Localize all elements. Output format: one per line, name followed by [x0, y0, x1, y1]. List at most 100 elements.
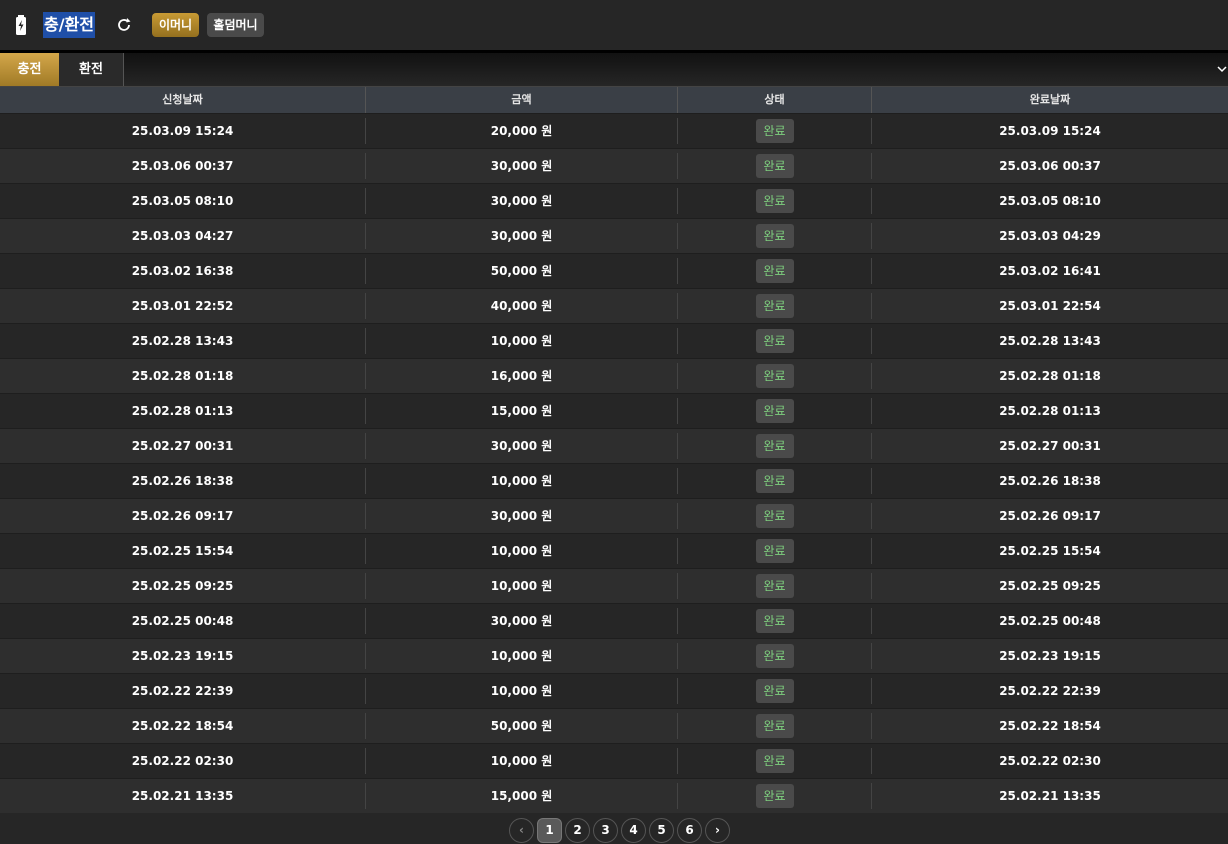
refresh-icon[interactable]: [114, 15, 134, 35]
table-row[interactable]: 25.02.25 00:48 30,000 원 완료 25.02.25 00:48: [0, 603, 1228, 638]
status-cell: 완료: [678, 328, 872, 354]
table-row[interactable]: 25.03.01 22:52 40,000 원 완료 25.03.01 22:54: [0, 288, 1228, 323]
next-page-icon[interactable]: ›: [705, 818, 730, 843]
table-row[interactable]: 25.02.22 02:30 10,000 원 완료 25.02.22 02:30: [0, 743, 1228, 778]
status-cell: 완료: [678, 573, 872, 599]
done-date-cell: 25.02.22 22:39: [999, 684, 1101, 698]
status-badge: 완료: [755, 259, 794, 283]
column-header-amount[interactable]: 금액: [366, 87, 678, 114]
status-cell: 완료: [678, 363, 872, 389]
top-bar: 충/환전 이머니 홀덤머니: [0, 0, 1228, 50]
status-cell: 완료: [678, 223, 872, 249]
request-date-cell: 25.02.22 18:54: [0, 713, 366, 739]
done-date-cell: 25.02.22 02:30: [999, 754, 1101, 768]
amount-cell: 50,000 원: [366, 713, 678, 739]
request-date-cell: 25.02.22 22:39: [0, 678, 366, 704]
amount-cell: 15,000 원: [366, 783, 678, 809]
table-row[interactable]: 25.02.27 00:31 30,000 원 완료 25.02.27 00:31: [0, 428, 1228, 463]
amount-cell: 10,000 원: [366, 573, 678, 599]
table-row[interactable]: 25.03.03 04:27 30,000 원 완료 25.03.03 04:29: [0, 218, 1228, 253]
status-badge: 완료: [755, 329, 794, 353]
status-badge: 완료: [755, 574, 794, 598]
page-button-2[interactable]: 2: [565, 818, 590, 843]
status-badge: 완료: [755, 434, 794, 458]
status-badge: 완료: [755, 154, 794, 178]
page-button-5[interactable]: 5: [649, 818, 674, 843]
amount-cell: 10,000 원: [366, 678, 678, 704]
request-date-cell: 25.02.25 15:54: [0, 538, 366, 564]
tab-charge[interactable]: 충전: [0, 53, 59, 86]
holdem-money-button[interactable]: 홀덤머니: [207, 13, 264, 37]
status-badge: 완료: [755, 784, 794, 808]
prev-page-icon[interactable]: ‹: [509, 818, 534, 843]
table-row[interactable]: 25.03.05 08:10 30,000 원 완료 25.03.05 08:10: [0, 183, 1228, 218]
table-row[interactable]: 25.02.25 15:54 10,000 원 완료 25.02.25 15:54: [0, 533, 1228, 568]
page-button-4[interactable]: 4: [621, 818, 646, 843]
request-date-cell: 25.02.23 19:15: [0, 643, 366, 669]
amount-cell: 10,000 원: [366, 328, 678, 354]
amount-cell: 30,000 원: [366, 433, 678, 459]
column-header-request-date[interactable]: 신청날짜: [0, 87, 366, 114]
done-date-cell: 25.02.26 18:38: [999, 474, 1101, 488]
request-date-cell: 25.03.01 22:52: [0, 293, 366, 319]
request-date-cell: 25.03.05 08:10: [0, 188, 366, 214]
column-header-status[interactable]: 상태: [678, 87, 872, 114]
request-date-cell: 25.02.26 09:17: [0, 503, 366, 529]
status-badge: 완료: [755, 644, 794, 668]
status-badge: 완료: [755, 679, 794, 703]
chevron-down-icon[interactable]: [1216, 63, 1228, 75]
status-badge: 완료: [755, 609, 794, 633]
status-cell: 완료: [678, 503, 872, 529]
table-row[interactable]: 25.02.22 18:54 50,000 원 완료 25.02.22 18:54: [0, 708, 1228, 743]
amount-cell: 10,000 원: [366, 468, 678, 494]
status-cell: 완료: [678, 678, 872, 704]
status-badge: 완료: [755, 364, 794, 388]
done-date-cell: 25.02.28 01:18: [999, 369, 1101, 383]
table-row[interactable]: 25.02.23 19:15 10,000 원 완료 25.02.23 19:15: [0, 638, 1228, 673]
amount-cell: 10,000 원: [366, 643, 678, 669]
request-date-cell: 25.02.28 01:18: [0, 363, 366, 389]
table-row[interactable]: 25.02.26 09:17 30,000 원 완료 25.02.26 09:17: [0, 498, 1228, 533]
table-row[interactable]: 25.03.06 00:37 30,000 원 완료 25.03.06 00:37: [0, 148, 1228, 183]
tab-exchange[interactable]: 환전: [59, 53, 124, 86]
column-header-done-date[interactable]: 완료날짜: [872, 87, 1228, 114]
status-badge: 완료: [755, 749, 794, 773]
table-row[interactable]: 25.02.28 13:43 10,000 원 완료 25.02.28 13:43: [0, 323, 1228, 358]
status-badge: 완료: [755, 189, 794, 213]
table-row[interactable]: 25.02.25 09:25 10,000 원 완료 25.02.25 09:25: [0, 568, 1228, 603]
emoney-button[interactable]: 이머니: [152, 13, 199, 37]
status-cell: 완료: [678, 433, 872, 459]
table-header: 신청날짜 금액 상태 완료날짜: [0, 87, 1228, 114]
request-date-cell: 25.03.06 00:37: [0, 153, 366, 179]
page-button-1[interactable]: 1: [537, 818, 562, 843]
page-button-3[interactable]: 3: [593, 818, 618, 843]
status-cell: 완료: [678, 538, 872, 564]
table-row[interactable]: 25.02.21 13:35 15,000 원 완료 25.02.21 13:35: [0, 778, 1228, 813]
status-badge: 완료: [755, 294, 794, 318]
done-date-cell: 25.02.28 13:43: [999, 334, 1101, 348]
done-date-cell: 25.02.22 18:54: [999, 719, 1101, 733]
table-row[interactable]: 25.03.09 15:24 20,000 원 완료 25.03.09 15:24: [0, 113, 1228, 148]
status-badge: 완료: [755, 119, 794, 143]
amount-cell: 30,000 원: [366, 503, 678, 529]
amount-cell: 15,000 원: [366, 398, 678, 424]
amount-cell: 10,000 원: [366, 748, 678, 774]
table-row[interactable]: 25.02.26 18:38 10,000 원 완료 25.02.26 18:38: [0, 463, 1228, 498]
done-date-cell: 25.03.02 16:41: [999, 264, 1101, 278]
amount-cell: 16,000 원: [366, 363, 678, 389]
table-row[interactable]: 25.02.22 22:39 10,000 원 완료 25.02.22 22:39: [0, 673, 1228, 708]
done-date-cell: 25.02.25 09:25: [999, 579, 1101, 593]
page-button-6[interactable]: 6: [677, 818, 702, 843]
table-row[interactable]: 25.02.28 01:13 15,000 원 완료 25.02.28 01:13: [0, 393, 1228, 428]
request-date-cell: 25.02.28 13:43: [0, 328, 366, 354]
request-date-cell: 25.02.22 02:30: [0, 748, 366, 774]
request-date-cell: 25.03.03 04:27: [0, 223, 366, 249]
status-badge: 완료: [755, 399, 794, 423]
status-badge: 완료: [755, 469, 794, 493]
request-date-cell: 25.02.21 13:35: [0, 783, 366, 809]
request-date-cell: 25.03.02 16:38: [0, 258, 366, 284]
table-row[interactable]: 25.02.28 01:18 16,000 원 완료 25.02.28 01:18: [0, 358, 1228, 393]
done-date-cell: 25.03.01 22:54: [999, 299, 1101, 313]
table-row[interactable]: 25.03.02 16:38 50,000 원 완료 25.03.02 16:41: [0, 253, 1228, 288]
status-badge: 완료: [755, 539, 794, 563]
